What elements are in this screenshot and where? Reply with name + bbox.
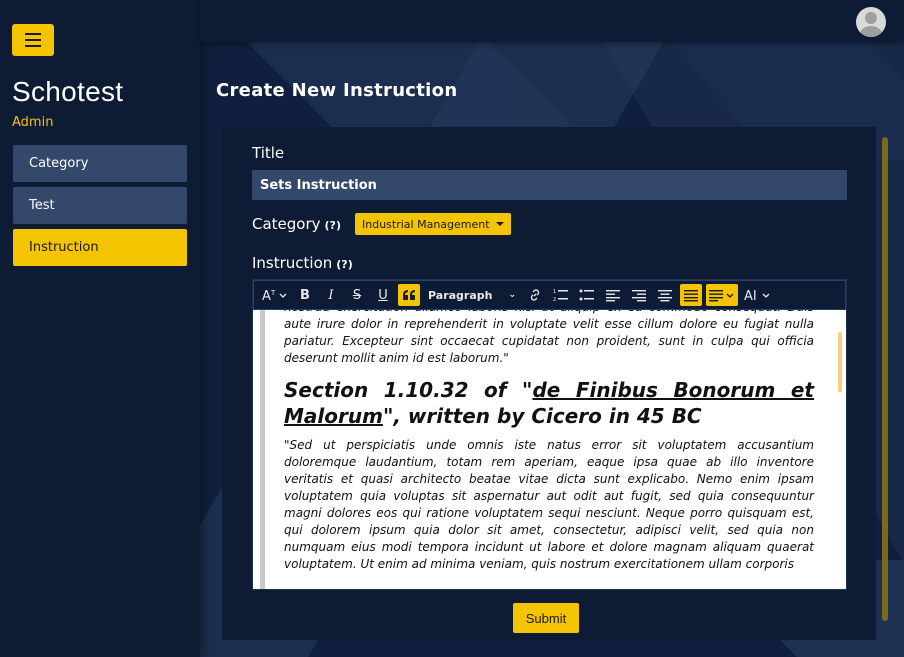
bold-icon[interactable]: B (294, 284, 316, 306)
align-justify-icon[interactable] (680, 284, 702, 306)
svg-text:1: 1 (553, 289, 556, 295)
hamburger-menu-icon[interactable] (12, 24, 54, 56)
title-label: Title (252, 144, 285, 162)
page-title: Create New Instruction (216, 80, 458, 101)
chevron-down-icon (495, 222, 504, 226)
user-avatar-icon[interactable] (856, 7, 886, 37)
svg-text:T: T (270, 289, 276, 297)
font-size-icon[interactable]: AT (260, 284, 290, 306)
editor-scrollbar[interactable] (838, 332, 842, 392)
svg-text:A: A (262, 289, 271, 302)
instruction-label-text: Instruction (252, 254, 333, 272)
svg-text:2: 2 (553, 297, 556, 302)
align-left-icon[interactable] (602, 284, 624, 306)
paragraph-style-value: Paragraph (428, 288, 493, 302)
sidebar-item-test[interactable]: Test (13, 187, 187, 224)
user-role: Admin (12, 115, 54, 130)
align-center-icon[interactable] (654, 284, 676, 306)
strikethrough-icon[interactable]: S (346, 284, 368, 306)
sidebar: Schotest Admin Category Test Instruction (0, 0, 200, 657)
instruction-help-icon[interactable]: (?) (336, 258, 352, 271)
category-dropdown[interactable]: Industrial Management (355, 213, 511, 235)
chevron-down-icon: ⌄ (508, 290, 516, 300)
blockquote-icon[interactable] (398, 284, 420, 306)
underline-icon[interactable]: U (372, 284, 394, 306)
heading-suffix: ", written by Cicero in 45 BC (382, 404, 702, 428)
bullet-list-icon[interactable] (576, 284, 598, 306)
section-heading: Section 1.10.32 of "de Finibus Bonorum e… (284, 377, 814, 429)
page-scrollbar[interactable] (882, 137, 888, 621)
category-label-text: Category (252, 215, 321, 233)
align-right-icon[interactable] (628, 284, 650, 306)
text-alignment-dropdown-icon[interactable] (706, 284, 738, 306)
paragraph-2: "Sed ut perspiciatis unde omnis iste nat… (284, 438, 814, 571)
editor-content[interactable]: nostrud exercitation ullamco laboris nis… (253, 310, 846, 589)
brand-name: Schotest (12, 76, 124, 107)
sidebar-item-instruction[interactable]: Instruction (13, 229, 187, 266)
instruction-label: Instruction (?) (252, 254, 353, 272)
link-icon[interactable] (524, 284, 546, 306)
category-dropdown-value: Industrial Management (362, 217, 490, 231)
italic-icon[interactable]: I (320, 284, 342, 306)
category-label: Category (?) (252, 215, 341, 233)
category-help-icon[interactable]: (?) (325, 219, 341, 232)
ai-assistant-icon[interactable]: AI (742, 284, 774, 306)
rich-text-editor[interactable]: AT B I S U Paragraph ⌄ 12 AI aute irure … (252, 279, 847, 590)
editor-text: nostrud exercitation ullamco laboris nis… (284, 310, 814, 583)
paragraph-1: nostrud exercitation ullamco laboris nis… (284, 310, 814, 365)
submit-button[interactable]: Submit (513, 603, 579, 633)
sidebar-item-category[interactable]: Category (13, 145, 187, 182)
paragraph-style-dropdown[interactable]: Paragraph ⌄ (424, 284, 520, 306)
svg-text:AI: AI (744, 289, 757, 302)
blockquote-bar (260, 310, 265, 589)
heading-prefix: Section 1.10.32 of " (284, 378, 533, 402)
sidebar-nav: Category Test Instruction (13, 145, 187, 271)
topbar (200, 0, 904, 42)
editor-toolbar: AT B I S U Paragraph ⌄ 12 AI (253, 280, 846, 310)
numbered-list-icon[interactable]: 12 (550, 284, 572, 306)
title-input[interactable]: Sets Instruction (252, 170, 847, 200)
instruction-form: Title Sets Instruction Category (?) Indus… (222, 127, 876, 640)
